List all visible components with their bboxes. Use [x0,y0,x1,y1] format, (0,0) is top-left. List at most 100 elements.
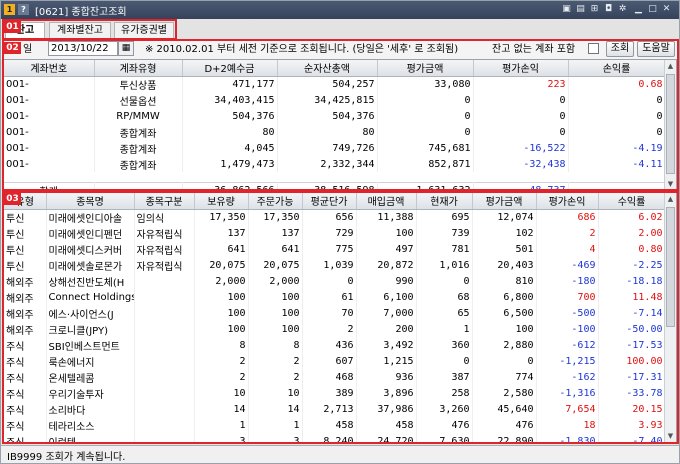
table-cell: 2,580 [472,385,537,401]
table-row[interactable]: 투신 미래에셋솔로몬가 자유적립식 20,075 20,075 1,039 20,872 1,… [4,257,666,273]
table-cell: 1,479,473 [182,156,278,172]
table-row[interactable]: 투신 미래에셋디스커버 자유적립식 641 641 775 497 781 501 4 0.80 [4,241,666,257]
table-cell: 001- [4,156,95,172]
table-row[interactable]: 해외주 크로니클(JPY) 100 100 2 200 1 100 -100 -50.00 [4,321,666,337]
summary-scrollbar[interactable]: ▲ ▼ [664,60,676,190]
table-cell: 2,332,344 [277,156,378,172]
table-cell: 20,075 [194,257,249,273]
include-empty-label: 잔고 없는 계좌 포함 [492,44,576,55]
table-row[interactable]: 001- 종합계좌 80 80 0 0 0 [4,124,666,140]
table-row[interactable]: 해외주 Connect Holdings 100 100 61 6,100 68 6,800 7… [4,289,666,305]
table-cell: 458 [302,417,357,433]
capture-icon[interactable]: ◘ [603,4,614,15]
table-cell: 22,890 [472,433,537,442]
table-cell: 781 [416,241,473,257]
table-cell: 100 [194,305,249,321]
table-row[interactable]: 해외주 상해선진반도체(H 2,000 2,000 0 990 0 810 -180 -18.18 [4,273,666,289]
table-cell: 749,726 [277,140,378,156]
table-cell: 476 [472,417,537,433]
table-cell: 투신 [4,225,47,241]
total-cell: 합계 [4,181,95,190]
include-empty-checkbox[interactable] [588,43,599,54]
table-row[interactable]: 001- 선물옵션 34,403,415 34,425,815 0 0 0 [4,92,666,108]
date-input[interactable]: 2013/10/22 [48,41,118,56]
scroll-thumb[interactable] [666,74,675,174]
close-icon[interactable]: ✕ [661,4,672,15]
print-icon[interactable]: ▤ [575,4,586,15]
table-row[interactable] [4,172,666,182]
scroll-up-icon[interactable]: ▲ [665,193,676,205]
help-button[interactable]: 도움말 [637,41,675,57]
link-icon[interactable]: ⊞ [589,4,600,15]
table-cell: 100 [248,289,303,305]
table-cell: 436 [302,337,357,353]
settings-icon[interactable]: ✲ [617,4,628,15]
table-row[interactable]: 001- 종합계좌 4,045 749,726 745,681 -16,522 -4.19 [4,140,666,156]
table-row[interactable]: 001- RP/MMW 504,376 504,376 0 0 0 [4,108,666,124]
table-cell: 387 [416,369,473,385]
table-cell: 주식 [4,337,47,353]
total-cell: 1,631,632 [377,181,474,190]
table-cell: 990 [356,273,417,289]
table-row[interactable]: 주식 소리바다 14 14 2,713 37,986 3,260 45,640 7,654 20.… [4,401,666,417]
table-cell: 종합계좌 [94,124,183,140]
table-cell: -17.53 [598,337,666,353]
table-row[interactable]: 해외주 에스·사이언스(J 100 100 70 7,000 65 6,500 -500 -7.1… [4,305,666,321]
pin-icon[interactable]: ▣ [561,4,572,15]
table-cell: 100 [194,289,249,305]
table-cell: 0.68 [568,76,666,92]
minimize-icon[interactable]: ▁ [633,4,644,15]
query-button[interactable]: 조회 [606,41,634,57]
table-cell: -7.14 [598,305,666,321]
table-cell [134,385,195,401]
table-row[interactable]: 주식 룩손에너지 2 2 607 1,215 0 0 -1,215 100.00 [4,353,666,369]
table-cell: -2.25 [598,257,666,273]
scroll-up-icon[interactable]: ▲ [665,60,676,72]
table-row[interactable]: 주식 이런텍 3 3 8,240 24,720 7,630 22,890 -1,830 -7.40 [4,433,666,442]
table-cell: 미래에셋인디아솔 [46,209,135,225]
table-cell [134,417,195,433]
table-row[interactable]: 투신 미래에셋인디아솔 임의식 17,350 17,350 656 11,388 695 12,… [4,209,666,225]
column-header: 계좌번호 [4,60,95,77]
calendar-icon[interactable]: ▦ [118,41,134,56]
tab-account-balance[interactable]: 계좌별잔고 [49,22,111,38]
table-row[interactable]: 투신 미래에셋인디펜던 자유적립식 137 137 729 100 739 102 2 2.00 [4,225,666,241]
table-cell: 주식 [4,433,47,442]
scroll-down-icon[interactable]: ▼ [665,178,676,190]
badge-01: 01 [4,21,21,33]
table-cell: -1,830 [536,433,599,442]
table-row[interactable]: 주식 테라리소스 1 1 458 458 476 476 18 3.93 [4,417,666,433]
total-row[interactable]: 합계 36,862,56638,516,5981,631,632-48,737 [4,181,666,190]
table-cell: 18 [536,417,599,433]
detail-scrollbar[interactable]: ▲ ▼ [664,193,676,442]
scroll-thumb[interactable] [666,207,675,327]
table-cell: 37,986 [356,401,417,417]
table-cell: 2,713 [302,401,357,417]
table-row[interactable]: 주식 SBI인베스트먼트 8 8 436 3,492 360 2,880 -612 -17.53 [4,337,666,353]
table-cell: 0 [568,108,666,124]
table-row[interactable]: 주식 우리기술투자 10 10 389 3,896 258 2,580 -1,316 -33.78 [4,385,666,401]
tab-bar: 잔고 계좌별잔고 유가증권별 [1,20,679,39]
table-cell: 0 [302,273,357,289]
table-row[interactable]: 주식 온세텔레콤 2 2 468 936 387 774 -162 -17.31 [4,369,666,385]
table-cell [134,401,195,417]
tab-securities[interactable]: 유가증권별 [114,22,174,38]
table-cell: 458 [356,417,417,433]
column-header: 종목명 [46,193,135,210]
column-header: 순자산총액 [277,60,378,77]
table-cell: 700 [536,289,599,305]
column-header: 평가손익 [473,60,569,77]
scroll-down-icon[interactable]: ▼ [665,430,676,442]
table-cell: 투신 [4,209,47,225]
table-cell: 자유적립식 [134,241,195,257]
table-row[interactable]: 001- 투신상품 471,177 504,257 33,080 223 0.68 [4,76,666,92]
table-row[interactable]: 001- 종합계좌 1,479,473 2,332,344 852,871 -32,438… [4,156,666,172]
table-cell: 729 [302,225,357,241]
maximize-icon[interactable]: □ [647,4,658,15]
help-icon[interactable]: ? [18,4,29,15]
table-cell: 137 [248,225,303,241]
table-cell: 80 [182,124,278,140]
column-header: 계좌유형 [94,60,183,77]
table-cell: 6.02 [598,209,666,225]
table-cell: 100 [248,321,303,337]
